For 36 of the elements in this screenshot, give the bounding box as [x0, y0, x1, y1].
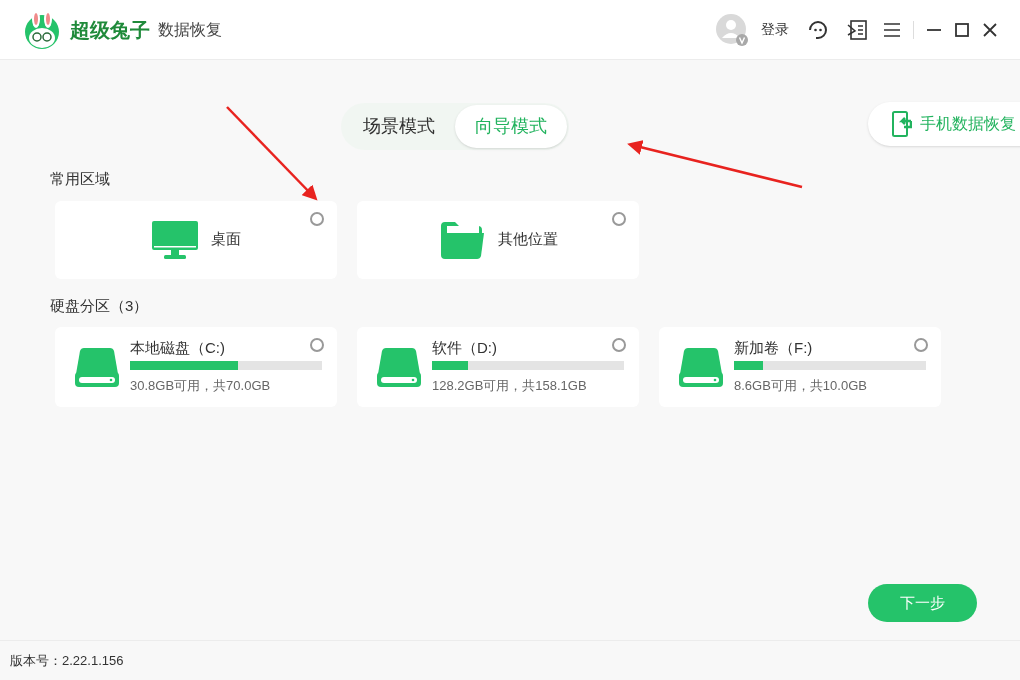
maximize-icon[interactable] — [954, 21, 970, 38]
disk-usage: 30.8GB可用，共70.0GB — [130, 377, 272, 396]
menu-icon[interactable] — [883, 21, 901, 38]
login-link[interactable]: 登录 — [761, 19, 789, 40]
version-text: 版本号：2.22.1.156 — [10, 651, 124, 670]
radio-button[interactable] — [612, 211, 626, 226]
monitor-icon — [151, 219, 199, 260]
disk-usage: 8.6GB可用，共10.0GB — [734, 377, 868, 396]
feedback-icon[interactable] — [846, 18, 868, 41]
phone-transfer-icon — [892, 111, 912, 137]
folder-icon — [438, 219, 486, 260]
disk-name: 软件（D:) — [432, 338, 497, 359]
mode-tab[interactable]: 场景模式 — [343, 105, 455, 148]
location-card[interactable]: 桌面 — [55, 200, 337, 279]
location-label: 其他位置 — [498, 229, 558, 250]
disk-usage: 128.2GB可用，共158.1GB — [432, 377, 588, 396]
radio-button[interactable] — [310, 338, 324, 352]
disk-card[interactable]: 本地磁盘（C:) 30.8GB可用，共70.0GB — [55, 327, 337, 407]
disk-card[interactable]: 软件（D:) 128.2GB可用，共158.1GB — [357, 327, 639, 407]
close-icon[interactable] — [982, 21, 998, 38]
radio-button[interactable] — [612, 338, 626, 352]
disk-name: 本地磁盘（C:) — [130, 338, 225, 359]
hard-drive-icon — [678, 346, 724, 388]
location-label: 桌面 — [211, 229, 241, 250]
section-title: 硬盘分区（3） — [50, 295, 150, 316]
location-card[interactable]: 其他位置 — [357, 200, 639, 279]
hard-drive-icon — [74, 346, 120, 388]
brand-name: 超级兔子 — [70, 17, 150, 43]
disk-card[interactable]: 新加卷（F:) 8.6GB可用，共10.0GB — [659, 327, 941, 407]
hard-drive-icon — [376, 346, 422, 388]
radio-button[interactable] — [914, 338, 928, 352]
section-title: 常用区域 — [50, 169, 111, 189]
customer-service-icon[interactable] — [807, 18, 829, 41]
disk-name: 新加卷（F:) — [734, 338, 813, 359]
product-name: 数据恢复 — [158, 19, 222, 40]
radio-button[interactable] — [310, 211, 324, 226]
